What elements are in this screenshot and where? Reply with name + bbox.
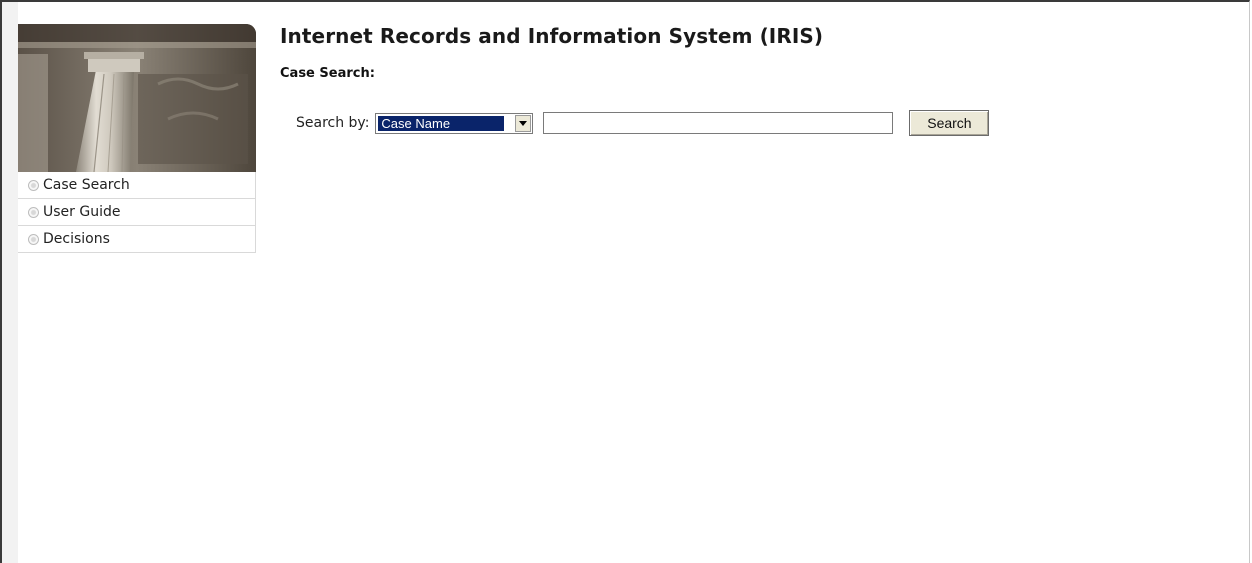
search-type-selected-value: Case Name: [378, 115, 505, 131]
section-title: Case Search:: [280, 66, 375, 81]
sidebar-item-user-guide[interactable]: User Guide: [18, 199, 256, 226]
courthouse-banner-image: [18, 24, 256, 172]
bullet-icon: [28, 179, 39, 191]
search-button[interactable]: Search: [909, 110, 990, 136]
sidebar-item-label: Decisions: [43, 231, 110, 247]
bullet-icon: [28, 233, 39, 245]
search-input[interactable]: [543, 112, 894, 134]
chevron-down-icon[interactable]: [515, 114, 532, 132]
sidebar: Case Search User Guide Decisions: [18, 24, 256, 253]
bullet-icon: [28, 206, 39, 218]
sidebar-item-label: User Guide: [43, 204, 121, 220]
main-content: Internet Records and Information System …: [280, 24, 990, 136]
sidebar-nav: Case Search User Guide Decisions: [18, 172, 256, 253]
sidebar-item-case-search[interactable]: Case Search: [18, 172, 256, 199]
search-by-label: Search by:: [296, 115, 370, 131]
page-title: Internet Records and Information System …: [280, 24, 824, 48]
search-row: Search by: Case Name Search: [296, 110, 990, 136]
left-edge-strip: [2, 2, 18, 563]
sidebar-item-decisions[interactable]: Decisions: [18, 226, 256, 253]
sidebar-item-label: Case Search: [43, 177, 130, 193]
search-type-select[interactable]: Case Name: [375, 112, 534, 134]
